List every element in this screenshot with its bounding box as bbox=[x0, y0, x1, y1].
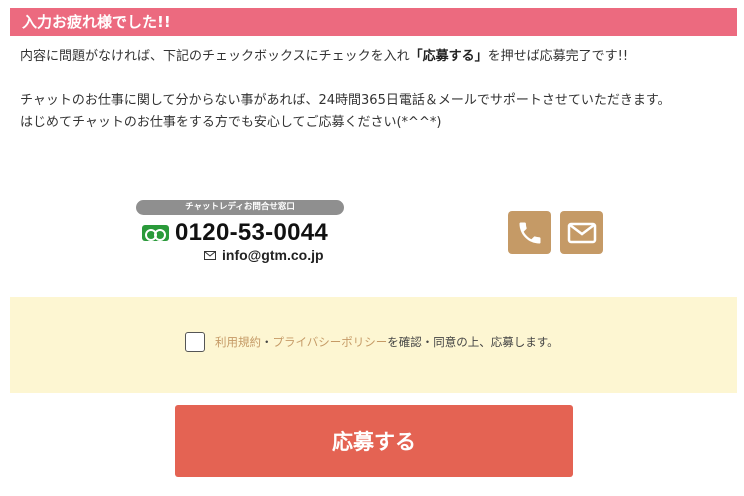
email-address: info@gtm.co.jp bbox=[222, 247, 324, 263]
terms-link[interactable]: 利用規約 bbox=[215, 334, 261, 350]
freedial-icon bbox=[142, 225, 169, 241]
phone-button[interactable] bbox=[508, 211, 551, 254]
instruction-line: 内容に問題がなければ、下記のチェックボックスにチェックを入れ「応募する」を押せば… bbox=[20, 46, 730, 68]
agreement-panel: 利用規約 ・ プライバシーポリシー を確認・同意の上、応募します。 bbox=[10, 297, 737, 393]
instruction-emphasis: 「応募する」 bbox=[409, 49, 488, 64]
page-title: 入力お疲れ様でした!! bbox=[10, 8, 737, 36]
mail-small-icon bbox=[204, 250, 216, 260]
submit-button[interactable]: 応募する bbox=[175, 405, 573, 477]
email-row: info@gtm.co.jp bbox=[204, 247, 324, 263]
agree-checkbox[interactable] bbox=[185, 332, 205, 352]
agreement-separator: ・ bbox=[261, 335, 273, 349]
instruction-pre: 内容に問題がなければ、下記のチェックボックスにチェックを入れ bbox=[20, 49, 410, 64]
phone-row: 0120-53-0044 bbox=[142, 219, 329, 246]
mail-button[interactable] bbox=[560, 211, 603, 254]
mail-icon bbox=[567, 222, 596, 243]
reassurance-line: はじめてチャットのお仕事をする方でも安心してご応募ください(*^^*) bbox=[20, 115, 442, 130]
agreement-text: を確認・同意の上、応募します。 bbox=[387, 335, 559, 349]
phone-number: 0120-53-0044 bbox=[175, 219, 329, 246]
instruction-post: を押せば応募完了です!! bbox=[487, 49, 629, 64]
phone-icon bbox=[519, 222, 540, 243]
privacy-policy-link[interactable]: プライバシーポリシー bbox=[273, 334, 388, 350]
contact-badge: チャットレディお問合せ窓口 bbox=[136, 200, 344, 215]
support-line: チャットのお仕事に関して分からない事があれば、24時間365日電話＆メールでサポ… bbox=[20, 93, 671, 108]
agreement-row: 利用規約 ・ プライバシーポリシー を確認・同意の上、応募します。 bbox=[185, 332, 559, 352]
intro-text: 内容に問題がなければ、下記のチェックボックスにチェックを入れ「応募する」を押せば… bbox=[20, 46, 730, 134]
